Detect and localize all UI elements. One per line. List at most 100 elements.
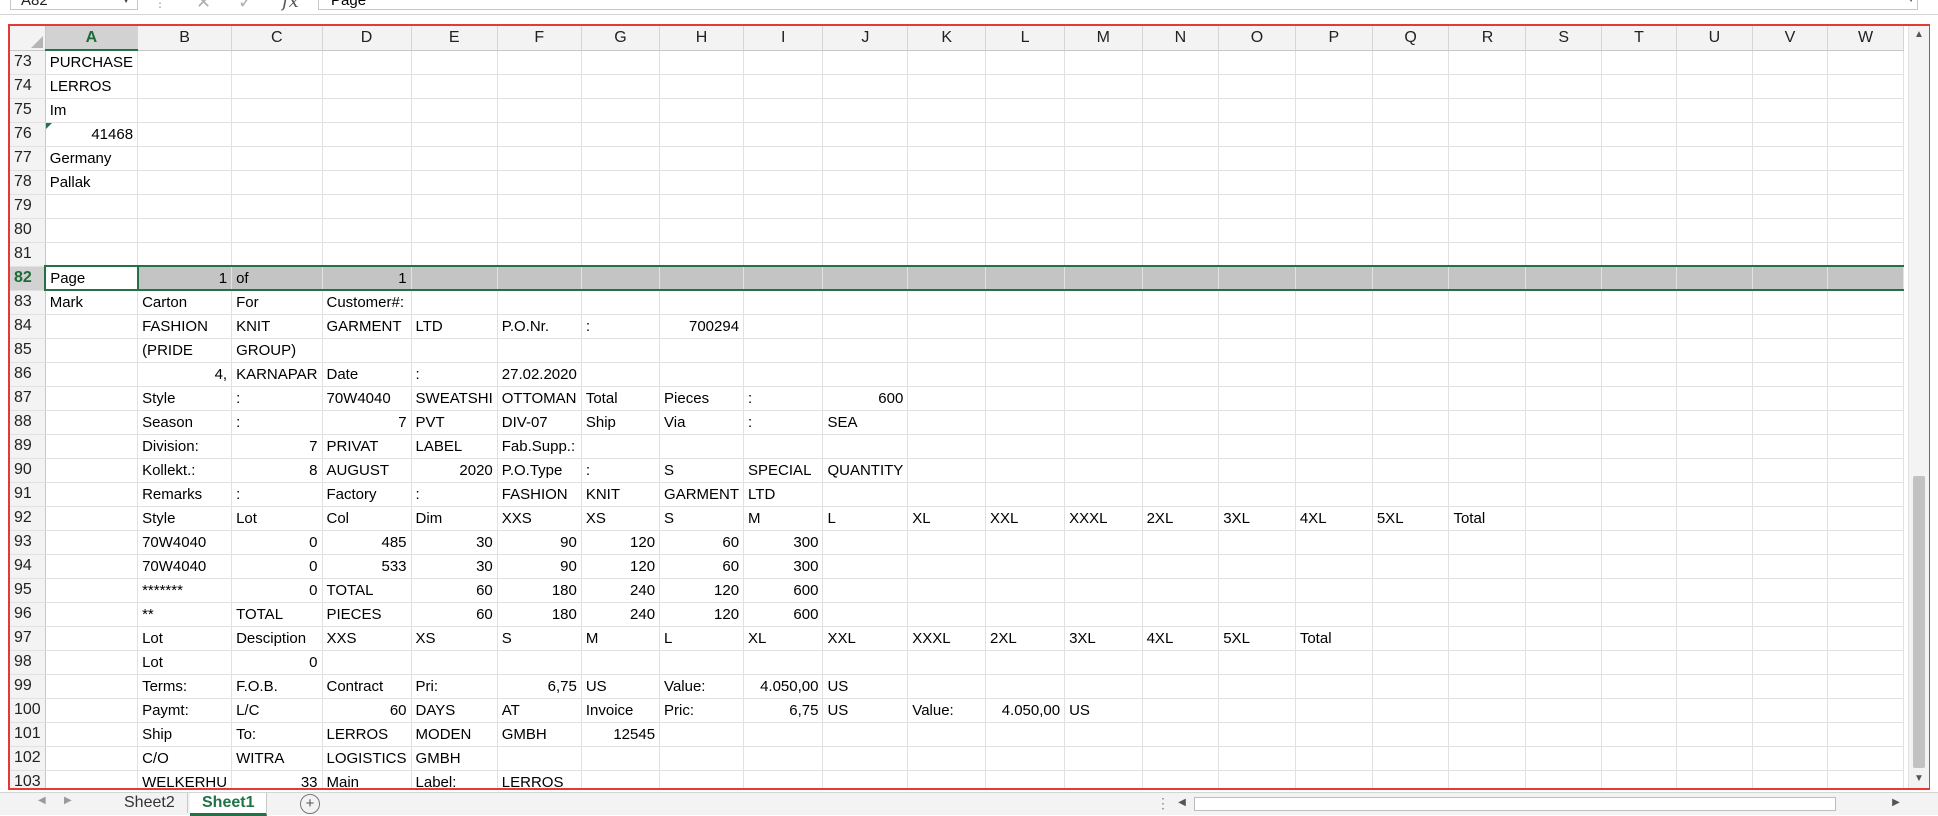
row-header[interactable]: 83 (10, 290, 46, 315)
cell[interactable] (1372, 434, 1450, 459)
cell[interactable] (822, 554, 909, 579)
cell[interactable] (45, 434, 139, 459)
cell[interactable] (1064, 50, 1143, 75)
cell[interactable] (822, 362, 909, 387)
cell[interactable] (1752, 674, 1829, 699)
cell[interactable] (1601, 50, 1678, 75)
cell[interactable] (1295, 362, 1373, 387)
cell[interactable] (985, 722, 1066, 747)
cell[interactable] (1827, 434, 1904, 459)
cell[interactable]: 300 (743, 530, 824, 555)
cell[interactable]: XS (411, 626, 498, 651)
cell[interactable] (497, 98, 582, 123)
column-header-p[interactable]: P (1295, 26, 1373, 51)
cell[interactable] (1218, 458, 1296, 483)
cell[interactable]: 600 (743, 602, 824, 627)
row-header[interactable]: 73 (10, 50, 46, 75)
cell[interactable] (1525, 602, 1602, 627)
cell[interactable] (1827, 146, 1904, 171)
cell[interactable] (1827, 314, 1904, 339)
cell[interactable] (1525, 530, 1602, 555)
cell[interactable]: Customer#: (322, 290, 412, 315)
cell[interactable] (1525, 434, 1602, 459)
cell[interactable] (1601, 458, 1678, 483)
cell[interactable] (659, 122, 745, 147)
cell[interactable] (985, 338, 1066, 363)
cell[interactable] (581, 242, 661, 267)
cell[interactable] (1142, 554, 1220, 579)
cell[interactable]: GMBH (497, 722, 582, 747)
cell[interactable] (907, 98, 987, 123)
cell[interactable] (231, 218, 323, 243)
cell[interactable] (1676, 242, 1753, 267)
column-header-w[interactable]: W (1827, 26, 1904, 51)
cell[interactable] (1372, 650, 1450, 675)
cell[interactable] (907, 386, 987, 411)
cell[interactable] (1752, 602, 1829, 627)
row-header[interactable]: 96 (10, 602, 46, 627)
cell[interactable] (1142, 458, 1220, 483)
cell[interactable] (1372, 674, 1450, 699)
cell[interactable]: M (743, 506, 824, 531)
cell[interactable] (1142, 122, 1220, 147)
cell[interactable] (659, 74, 745, 99)
cell[interactable] (1295, 314, 1373, 339)
cell[interactable] (45, 506, 139, 531)
cell[interactable] (1827, 650, 1904, 675)
cell[interactable]: Lot (137, 626, 233, 651)
cell[interactable]: 27.02.2020 (497, 362, 582, 387)
cell[interactable]: Value: (659, 674, 745, 699)
cell[interactable]: FASHION (137, 314, 233, 339)
cell[interactable]: 60 (411, 602, 498, 627)
cell[interactable] (1448, 722, 1527, 747)
cell[interactable]: : (581, 314, 661, 339)
cell[interactable] (1448, 146, 1527, 171)
cell[interactable]: Main (322, 770, 412, 788)
cell[interactable] (581, 338, 661, 363)
cell[interactable] (1525, 290, 1602, 315)
cell[interactable] (907, 746, 987, 771)
cell[interactable]: ** (137, 602, 233, 627)
cell[interactable]: MODEN (411, 722, 498, 747)
cell[interactable] (1525, 674, 1602, 699)
cell[interactable] (1601, 170, 1678, 195)
cell[interactable] (1827, 698, 1904, 723)
cell[interactable] (1676, 194, 1753, 219)
cell[interactable] (581, 650, 661, 675)
cell[interactable] (1601, 98, 1678, 123)
cell[interactable] (45, 242, 139, 267)
cell[interactable]: 90 (497, 530, 582, 555)
cell[interactable]: 0 (231, 530, 323, 555)
cell[interactable] (1827, 482, 1904, 507)
cell[interactable] (985, 122, 1066, 147)
row-header[interactable]: 87 (10, 386, 46, 411)
cell[interactable] (1372, 698, 1450, 723)
cell[interactable] (1372, 386, 1450, 411)
cell[interactable] (659, 746, 745, 771)
cell[interactable] (411, 50, 498, 75)
cell[interactable] (1218, 265, 1296, 291)
cell[interactable] (659, 98, 745, 123)
cell[interactable] (1295, 74, 1373, 99)
cell[interactable]: Total (1295, 626, 1373, 651)
cell[interactable] (1295, 602, 1373, 627)
cell[interactable] (322, 98, 412, 123)
cell[interactable] (1295, 698, 1373, 723)
expand-formula-bar-icon[interactable]: ▼ (1906, 0, 1916, 5)
cell[interactable] (45, 626, 139, 651)
cell[interactable]: OTTOMAN (497, 386, 582, 411)
cell[interactable] (1064, 146, 1143, 171)
row-header[interactable]: 81 (10, 242, 46, 267)
cell[interactable]: 60 (659, 554, 745, 579)
cell[interactable]: US (581, 674, 661, 699)
cell[interactable]: KNIT (581, 482, 661, 507)
cell[interactable] (45, 362, 139, 387)
cell[interactable]: L/C (231, 698, 323, 723)
cell[interactable] (1372, 170, 1450, 195)
cell[interactable] (1676, 698, 1753, 723)
cell[interactable] (1064, 314, 1143, 339)
cell[interactable] (822, 650, 909, 675)
cell[interactable]: Paymt: (137, 698, 233, 723)
cell[interactable] (231, 50, 323, 75)
cell[interactable] (1372, 242, 1450, 267)
